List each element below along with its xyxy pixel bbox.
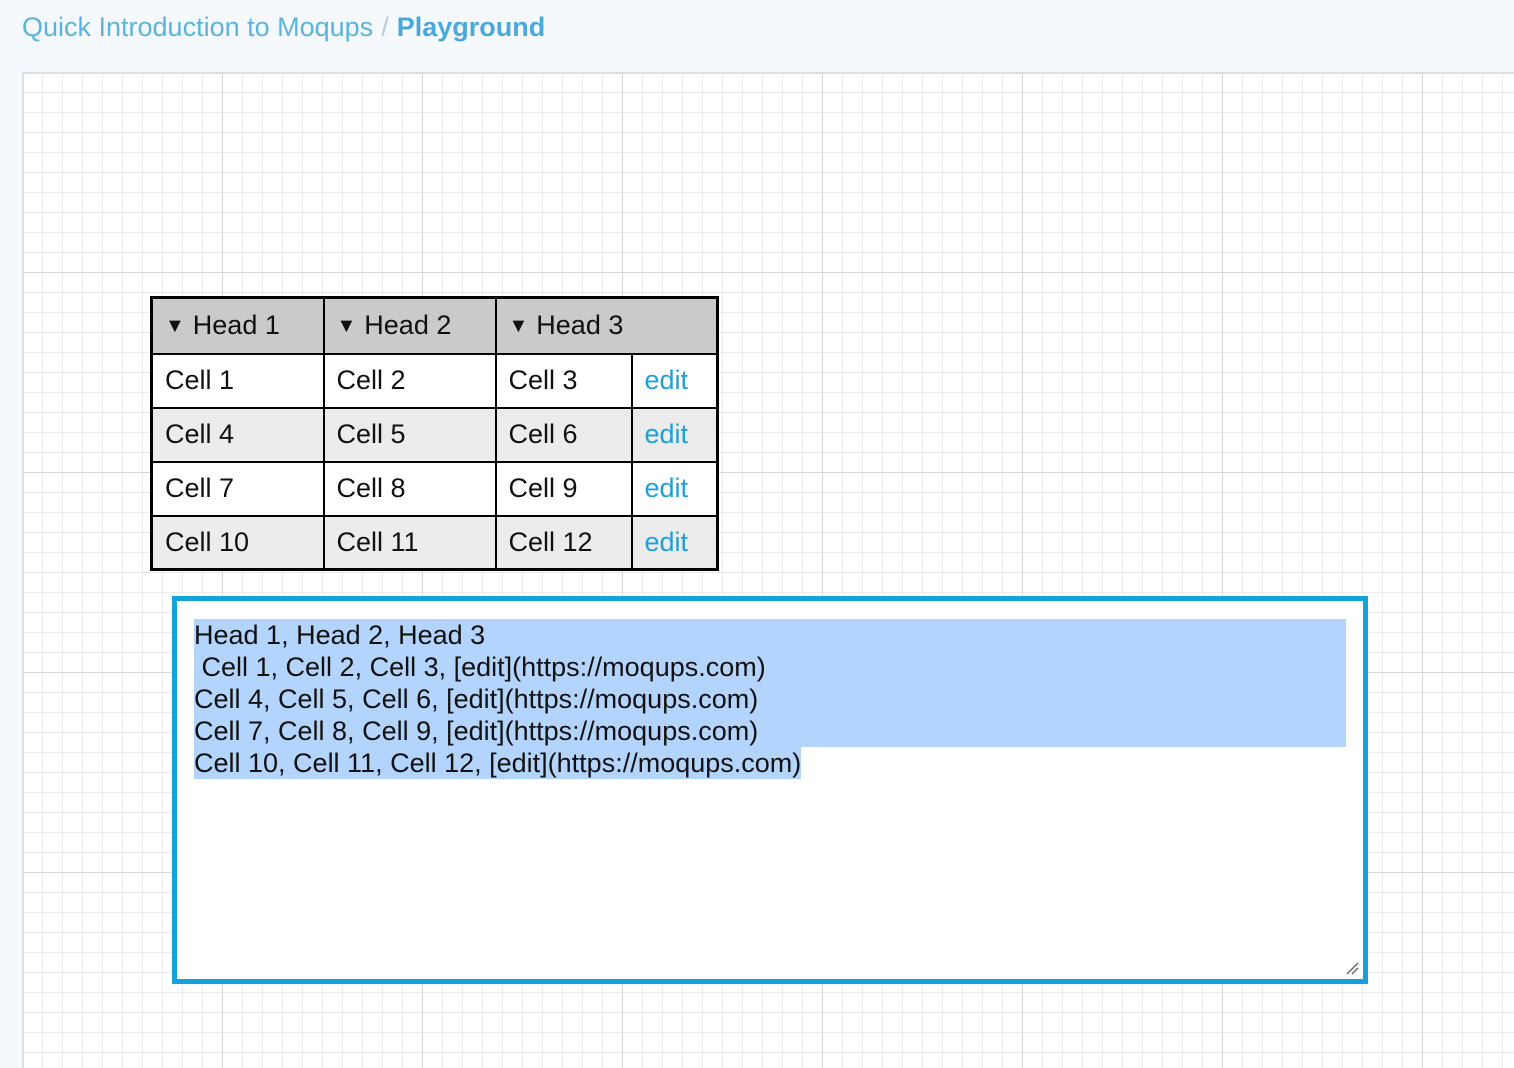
table-data-textarea[interactable]: Head 1, Head 2, Head 3 Cell 1, Cell 2, C… [172,596,1368,984]
table-row: Cell 7 Cell 8 Cell 9 edit [150,460,719,517]
table-cell: Cell 3 [494,352,633,409]
table-header-cell-1[interactable]: ▼ Head 1 [150,296,325,355]
header-label: Head 1 [192,310,280,341]
table-cell: Cell 2 [322,352,497,409]
breadcrumb-current-page[interactable]: Playground [397,12,546,42]
table-widget[interactable]: ▼ Head 1 ▼ Head 2 ▼ Head 3 Cell 1 Cell 2 Ce… [150,296,719,571]
sort-down-icon: ▼ [336,315,357,338]
table-cell: Cell 1 [150,352,325,409]
breadcrumb-project-link[interactable]: Quick Introduction to Moqups [22,12,373,42]
table-action-cell: edit [630,514,719,571]
sort-down-icon: ▼ [508,315,529,338]
text-line: Cell 1, Cell 2, Cell 3, [edit](https://m… [194,651,1346,683]
text-line: Head 1, Head 2, Head 3 [194,619,1346,651]
edit-link[interactable]: edit [645,365,689,395]
text-line: Cell 7, Cell 8, Cell 9, [edit](https://m… [194,715,1346,747]
table-cell: Cell 10 [150,514,325,571]
text-line: Cell 4, Cell 5, Cell 6, [edit](https://m… [194,683,1346,715]
table-cell: Cell 9 [494,460,633,517]
table-header-row: ▼ Head 1 ▼ Head 2 ▼ Head 3 [150,296,719,355]
table-cell: Cell 4 [150,406,325,463]
table-action-cell: edit [630,460,719,517]
table-row: Cell 1 Cell 2 Cell 3 edit [150,352,719,409]
text-line: Cell 10, Cell 11, Cell 12, [edit](https:… [194,747,802,779]
table-cell: Cell 6 [494,406,633,463]
table-header-cell-2[interactable]: ▼ Head 2 [322,296,497,355]
table-row: Cell 4 Cell 5 Cell 6 edit [150,406,719,463]
sort-down-icon: ▼ [165,315,185,338]
header-label: Head 2 [364,310,452,341]
table-header-cell-3[interactable]: ▼ Head 3 [494,296,719,355]
table-cell: Cell 5 [322,406,497,463]
table-row: Cell 10 Cell 11 Cell 12 edit [150,514,719,571]
edit-link[interactable]: edit [645,419,689,449]
edit-link[interactable]: edit [645,473,689,503]
header-label: Head 3 [536,310,624,341]
edit-link[interactable]: edit [645,527,689,557]
table-action-cell: edit [630,352,719,409]
table-cell: Cell 8 [322,460,497,517]
table-cell: Cell 12 [494,514,633,571]
breadcrumb-separator: / [381,12,389,42]
table-cell: Cell 11 [322,514,497,571]
table-action-cell: edit [630,406,719,463]
textarea-content[interactable]: Head 1, Head 2, Head 3 Cell 1, Cell 2, C… [194,619,1346,779]
breadcrumb: Quick Introduction to Moqups / Playground [22,12,545,43]
table-cell: Cell 7 [150,460,325,517]
resize-handle-icon[interactable] [1345,961,1359,975]
